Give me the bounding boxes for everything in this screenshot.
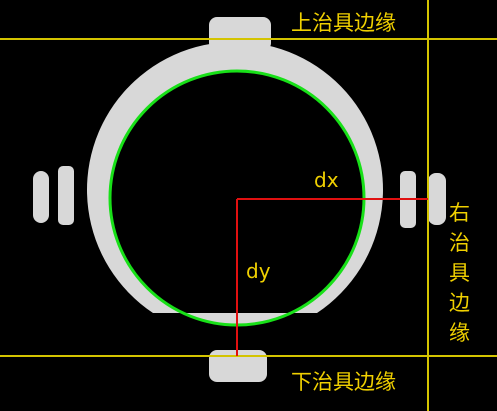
- right-edge-char-4: 边: [449, 291, 470, 315]
- dy-label: dy: [246, 259, 271, 283]
- top-edge-label: 上治具边缘: [291, 11, 396, 35]
- right-edge-char-1: 右: [449, 201, 470, 225]
- right-edge-char-5: 缘: [449, 321, 470, 345]
- dx-label: dx: [314, 168, 339, 192]
- bottom-edge-label: 下治具边缘: [291, 370, 396, 394]
- right-clip-outer: [428, 173, 446, 225]
- inspection-diagram: 上治具边缘 下治具边缘 dx dy 右 治 具 边 缘: [0, 0, 497, 411]
- left-clip-inner: [58, 166, 74, 225]
- right-edge-char-3: 具: [449, 261, 470, 285]
- left-clip-outer: [33, 171, 49, 223]
- right-edge-char-2: 治: [449, 231, 470, 255]
